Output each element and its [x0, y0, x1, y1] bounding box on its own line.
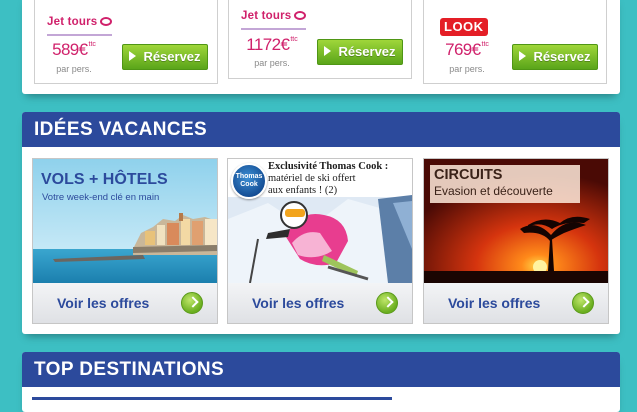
offers-panel: Jet tours 589€ttc par pers. Réservez Jet… [22, 0, 620, 94]
offer-price: 1172€ttc [246, 35, 298, 54]
jettours-logo: Jet tours [241, 10, 307, 30]
idea-subtitle: Evasion et découverte [434, 184, 553, 198]
destinations-panel: TOP DESTINATIONS [22, 352, 620, 412]
coastal-town-image: VOLS + HÔTELS Votre week-end clé en main [33, 159, 217, 283]
promo-text: Exclusivité Thomas Cook : matériel de sk… [268, 161, 389, 196]
idea-title: CIRCUITS [434, 167, 503, 183]
see-offers-link[interactable]: Voir les offres [448, 295, 540, 311]
thomas-cook-logo: Thomas Cook [231, 163, 267, 199]
play-icon [519, 51, 527, 61]
idea-footer: Voir les offres [33, 283, 217, 323]
reserve-button[interactable]: Réservez [122, 44, 208, 70]
reserve-button[interactable]: Réservez [317, 39, 403, 65]
offer-card-jettours-1: Jet tours 589€ttc par pers. Réservez [34, 0, 218, 84]
idea-footer: Voir les offres [228, 283, 412, 323]
per-person-label: par pers. [56, 64, 92, 74]
play-icon [324, 46, 332, 56]
reserve-button[interactable]: Réservez [512, 44, 598, 70]
arrow-right-icon[interactable] [181, 292, 203, 314]
per-person-label: par pers. [449, 64, 485, 74]
savanna-sunset-image: CIRCUITS Evasion et découverte [424, 159, 608, 283]
idea-footer: Voir les offres [424, 283, 608, 323]
play-icon [129, 51, 137, 61]
idea-title: VOLS + HÔTELS [41, 171, 168, 188]
ideas-section-title: IDÉES VACANCES [22, 112, 620, 147]
destinations-section-title: TOP DESTINATIONS [22, 352, 620, 387]
jettours-logo: Jet tours [47, 16, 113, 36]
offer-price: 769€ttc [445, 40, 489, 59]
idea-subtitle: Votre week-end clé en main [42, 192, 160, 203]
idea-card-flights-hotels[interactable]: VOLS + HÔTELS Votre week-end clé en main… [32, 158, 218, 324]
offer-card-jettours-2: Jet tours 1172€ttc par pers. Réservez [228, 0, 412, 79]
circuits-label-box: CIRCUITS Evasion et découverte [430, 165, 580, 203]
arrow-right-icon[interactable] [572, 292, 594, 314]
offer-card-look: LOOK 769€ttc par pers. Réservez [423, 0, 607, 84]
child-skiing-image: Thomas Cook Exclusivité Thomas Cook : ma… [228, 159, 412, 283]
look-logo: LOOK [440, 18, 488, 36]
see-offers-link[interactable]: Voir les offres [57, 295, 149, 311]
arrow-right-icon[interactable] [376, 292, 398, 314]
offer-price: 589€ttc [52, 40, 96, 59]
ideas-panel: IDÉES VACANCES VOLS + HÔTELS Votre week-… [22, 112, 620, 334]
per-person-label: par pers. [254, 58, 290, 68]
idea-card-circuits[interactable]: CIRCUITS Evasion et découverte Voir les … [423, 158, 609, 324]
see-offers-link[interactable]: Voir les offres [252, 295, 344, 311]
idea-card-ski-offer[interactable]: Thomas Cook Exclusivité Thomas Cook : ma… [227, 158, 413, 324]
